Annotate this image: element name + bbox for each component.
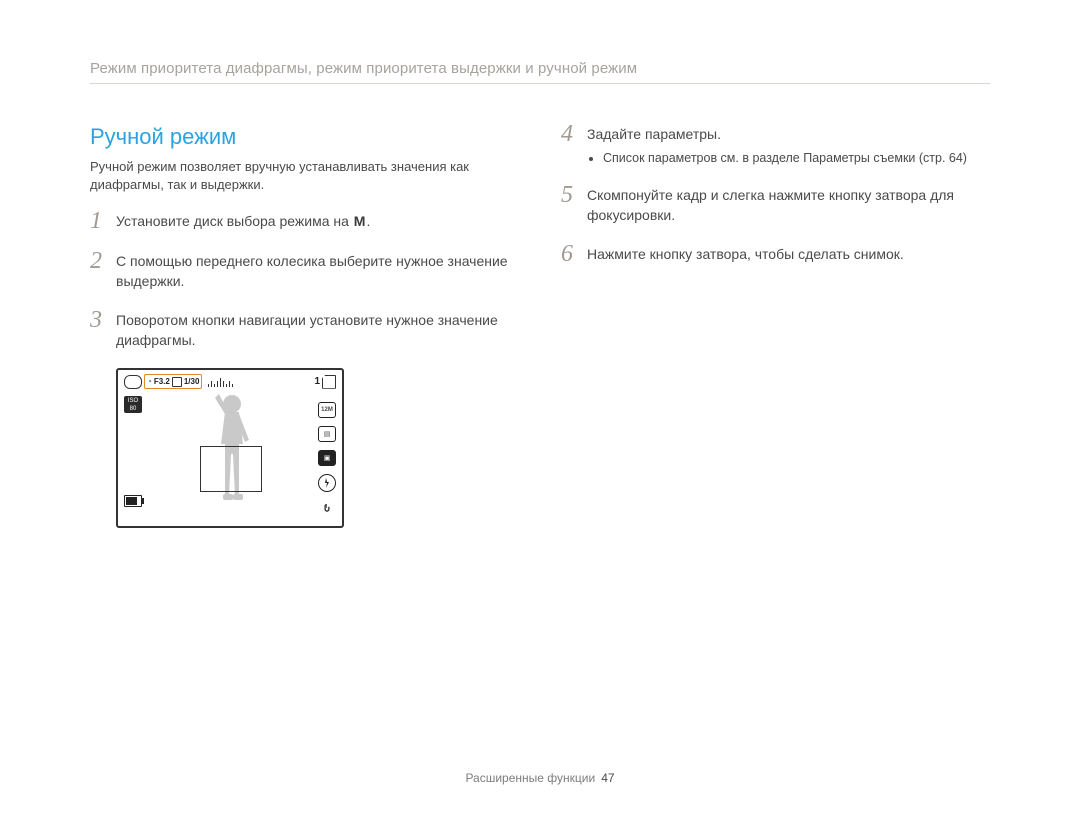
step-number: 6 [561, 242, 587, 266]
step-4: 4 Задайте параметры. Список параметров с… [561, 124, 990, 167]
step-4-text: Задайте параметры. [587, 126, 721, 142]
step-2: 2 С помощью переднего колесика выберите … [90, 251, 519, 292]
sd-card-icon [322, 375, 336, 389]
iso-icon: ISO 80 [124, 396, 142, 413]
page-header-breadcrumb: Режим приоритета диафрагмы, режим приори… [90, 60, 990, 77]
step-5: 5 Скомпонуйте кадр и слегка нажмите кноп… [561, 185, 990, 226]
focus-frame-icon [200, 446, 262, 492]
step-number: 5 [561, 183, 587, 207]
page-footer: Расширенные функции 47 [0, 771, 1080, 785]
step-body: С помощью переднего колесика выберите ну… [116, 251, 519, 292]
mode-m-icon: M [353, 211, 367, 231]
section-intro: Ручной режим позволяет вручную устанавли… [90, 158, 519, 193]
quality-icon: ▤ [318, 426, 336, 442]
step-number: 3 [90, 308, 116, 332]
frame-counter: 1 [314, 376, 320, 387]
step-number: 4 [561, 122, 587, 146]
camera-lcd-illustration: ◔ F3.2 1/30 1 ISO 80 [116, 368, 344, 528]
step-4-sub-1: Список параметров см. в разделе Параметр… [603, 150, 967, 167]
battery-icon [124, 495, 142, 507]
step-body: Скомпонуйте кадр и слегка нажмите кнопку… [587, 185, 990, 226]
shutter-value: 1/30 [184, 378, 200, 386]
aperture-value: F3.2 [154, 378, 170, 386]
metering-icon: ▣ [318, 450, 336, 466]
step-6: 6 Нажмите кнопку затвора, чтобы сделать … [561, 244, 990, 266]
step-1: 1 Установите диск выбора режима на M. [90, 211, 519, 233]
iso-label-bottom: 80 [124, 405, 142, 413]
page-number: 47 [601, 771, 614, 785]
header-divider [90, 83, 990, 84]
right-column: 4 Задайте параметры. Список параметров с… [561, 124, 990, 528]
step-1-text-post: . [366, 213, 370, 229]
footer-section-label: Расширенные функции [465, 771, 595, 785]
clock-icon: ◔ [147, 377, 152, 386]
step-1-text-pre: Установите диск выбора режима на [116, 213, 353, 229]
resolution-icon: 12M [318, 402, 336, 418]
step-3: 3 Поворотом кнопки навигации установите … [90, 310, 519, 351]
stabilizer-icon [319, 500, 335, 516]
step-body: Установите диск выбора режима на M. [116, 211, 370, 231]
step-body: Задайте параметры. Список параметров см.… [587, 124, 967, 167]
tape-icon [172, 377, 182, 387]
step-body: Нажмите кнопку затвора, чтобы сделать сн… [587, 244, 904, 264]
section-title: Ручной режим [90, 124, 519, 150]
aperture-shutter-chip: ◔ F3.2 1/30 [144, 374, 202, 389]
weather-icon [124, 375, 142, 389]
step-body: Поворотом кнопки навигации установите ну… [116, 310, 519, 351]
iso-label-top: ISO [124, 397, 142, 405]
flash-off-icon [318, 474, 336, 492]
step-number: 1 [90, 209, 116, 233]
exposure-scale-icon [208, 377, 312, 387]
step-number: 2 [90, 249, 116, 273]
left-column: Ручной режим Ручной режим позволяет вруч… [90, 124, 519, 528]
